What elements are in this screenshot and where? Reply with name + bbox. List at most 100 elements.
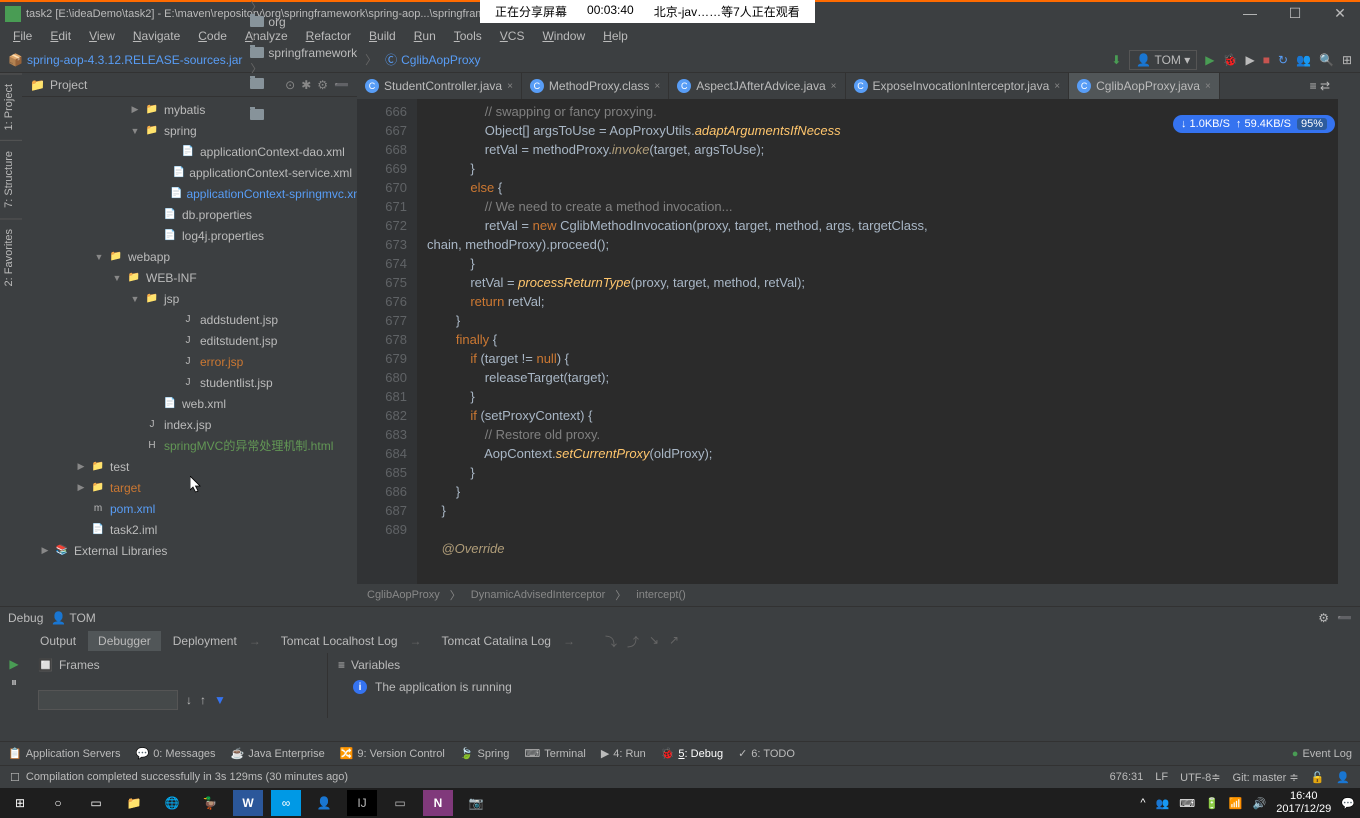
gutter-tab[interactable]: 1: Project: [0, 73, 22, 140]
tree-item[interactable]: Jindex.jsp: [22, 414, 357, 435]
debug-hide-icon[interactable]: ➖: [1337, 611, 1352, 625]
tree-item[interactable]: 📄log4j.properties: [22, 225, 357, 246]
menu-help[interactable]: Help: [595, 27, 636, 45]
cortana-icon[interactable]: ○: [43, 790, 73, 816]
tree-item[interactable]: ▼📁spring: [22, 120, 357, 141]
prev-frame-icon[interactable]: ↓: [186, 693, 192, 707]
debug-tab[interactable]: Tomcat Catalina Log: [432, 631, 561, 651]
next-frame-icon[interactable]: ↑: [200, 693, 206, 707]
tree-item[interactable]: 📄applicationContext-service.xml: [22, 162, 357, 183]
maximize-button[interactable]: ☐: [1280, 5, 1310, 22]
bottom-tab[interactable]: 🔀9: Version Control: [340, 747, 445, 760]
tree-item[interactable]: Jaddstudent.jsp: [22, 309, 357, 330]
bottom-tab[interactable]: 🍃Spring: [460, 747, 510, 760]
gutter-tab[interactable]: 7: Structure: [0, 140, 22, 218]
run-button[interactable]: ▶: [1205, 53, 1214, 67]
taskview-icon[interactable]: ▭: [81, 790, 111, 816]
tray-people-icon[interactable]: 👥: [1156, 797, 1170, 810]
bottom-tab[interactable]: ☕Java Enterprise: [231, 747, 325, 760]
tray-volume-icon[interactable]: 🔊: [1253, 797, 1267, 810]
tray-battery-icon[interactable]: 🔋: [1205, 797, 1219, 810]
tree-item[interactable]: 📄web.xml: [22, 393, 357, 414]
bottom-tab[interactable]: ▶4: Run: [601, 747, 646, 760]
step-icon[interactable]: ↘: [649, 633, 659, 650]
project-tree[interactable]: ▶📁mybatis▼📁spring📄applicationContext-dao…: [22, 97, 357, 606]
debug-tab[interactable]: Output: [30, 631, 86, 651]
step-icon[interactable]: ↗: [669, 633, 679, 650]
app-icon-1[interactable]: 🦆: [195, 790, 225, 816]
code-crumb[interactable]: DynamicAdvisedInterceptor: [471, 589, 606, 601]
tray-input-icon[interactable]: ⌨: [1179, 797, 1195, 810]
line-gutter[interactable]: 6666676686696706716726736746756766776786…: [357, 99, 417, 584]
menu-code[interactable]: Code: [190, 27, 235, 45]
clock[interactable]: 16:40 2017/12/29: [1276, 790, 1331, 816]
tree-item[interactable]: ▼📁jsp: [22, 288, 357, 309]
tree-item[interactable]: mpom.xml: [22, 498, 357, 519]
vcs-icon[interactable]: ⬇: [1111, 53, 1121, 67]
editor-tab[interactable]: CStudentController.java×: [357, 73, 522, 99]
event-log[interactable]: ● Event Log: [1292, 748, 1352, 760]
stop-button[interactable]: ■: [1263, 53, 1270, 67]
close-tab-icon[interactable]: ×: [831, 81, 837, 92]
menu-view[interactable]: View: [81, 27, 123, 45]
bottom-tab[interactable]: ✓6: TODO: [738, 747, 795, 760]
tree-item[interactable]: ▶📁mybatis: [22, 99, 357, 120]
tray-wifi-icon[interactable]: 📶: [1229, 797, 1243, 810]
menu-tools[interactable]: Tools: [446, 27, 490, 45]
app-icon-4[interactable]: ▭: [385, 790, 415, 816]
run-config[interactable]: 👤 TOM ▾: [1129, 50, 1197, 70]
app-icon-5[interactable]: 📷: [461, 790, 491, 816]
tree-item[interactable]: Jerror.jsp: [22, 351, 357, 372]
step-icon[interactable]: ⤴: [627, 633, 639, 650]
debug-settings-icon[interactable]: ⚙: [1318, 611, 1329, 625]
encoding[interactable]: UTF-8≑: [1180, 771, 1220, 784]
app-icon-2[interactable]: ∞: [271, 790, 301, 816]
gutter-tab[interactable]: 2: Favorites: [0, 218, 22, 296]
line-separator[interactable]: LF: [1155, 771, 1168, 784]
coverage-button[interactable]: ▶: [1245, 53, 1254, 67]
close-tab-icon[interactable]: ×: [507, 81, 513, 92]
resume-icon[interactable]: ▶: [9, 657, 18, 671]
search-icon[interactable]: 🔍: [1319, 53, 1334, 67]
menu-run[interactable]: Run: [406, 27, 444, 45]
code-crumb[interactable]: intercept(): [636, 589, 686, 601]
step-icon[interactable]: ⤵: [605, 633, 617, 650]
chrome-icon[interactable]: 🌐: [157, 790, 187, 816]
breadcrumb-item[interactable]: org: [250, 15, 357, 29]
breadcrumb-item[interactable]: springframework: [250, 46, 357, 60]
settings-icon[interactable]: ⚙: [317, 78, 328, 92]
editor-tab[interactable]: CCglibAopProxy.java×: [1069, 73, 1220, 99]
word-icon[interactable]: W: [233, 790, 263, 816]
menu-navigate[interactable]: Navigate: [125, 27, 188, 45]
tree-item[interactable]: HspringMVC的异常处理机制.html: [22, 435, 357, 456]
minimize-button[interactable]: —: [1235, 5, 1265, 22]
bottom-tab[interactable]: 📋Application Servers: [8, 747, 120, 760]
debug-tab[interactable]: Deployment: [163, 631, 247, 651]
toolbar-icon[interactable]: 👥: [1296, 53, 1311, 67]
editor-tab[interactable]: CAspectJAfterAdvice.java×: [669, 73, 845, 99]
tree-item[interactable]: 📄applicationContext-dao.xml: [22, 141, 357, 162]
editor-tab[interactable]: CExposeInvocationInterceptor.java×: [846, 73, 1070, 99]
bottom-tab[interactable]: ⌨Terminal: [524, 747, 585, 760]
code-crumb[interactable]: CglibAopProxy: [367, 589, 440, 601]
pause-icon[interactable]: ⏸: [11, 675, 17, 690]
tree-item[interactable]: ▼📁WEB-INF: [22, 267, 357, 288]
explorer-icon[interactable]: 📁: [119, 790, 149, 816]
tree-item[interactable]: Jeditstudent.jsp: [22, 330, 357, 351]
breadcrumb-file[interactable]: Ⓒ CglibAopProxy: [385, 51, 480, 68]
menu-window[interactable]: Window: [534, 27, 593, 45]
onenote-icon[interactable]: N: [423, 790, 453, 816]
tree-item[interactable]: ▶📁test: [22, 456, 357, 477]
close-tab-icon[interactable]: ×: [654, 81, 660, 92]
menu-edit[interactable]: Edit: [42, 27, 79, 45]
tree-item[interactable]: Jstudentlist.jsp: [22, 372, 357, 393]
filter-icon[interactable]: ▼: [214, 693, 226, 707]
tree-item[interactable]: 📄db.properties: [22, 204, 357, 225]
tree-item[interactable]: ▶📁target: [22, 477, 357, 498]
tree-item[interactable]: 📄applicationContext-springmvc.xml: [22, 183, 357, 204]
bottom-tab[interactable]: 🐞5: Debug: [661, 747, 723, 760]
vcs-update-icon[interactable]: ↻: [1278, 53, 1288, 67]
debug-tab[interactable]: Debugger: [88, 631, 161, 651]
intellij-icon[interactable]: IJ: [347, 790, 377, 816]
thread-select[interactable]: [38, 690, 178, 710]
